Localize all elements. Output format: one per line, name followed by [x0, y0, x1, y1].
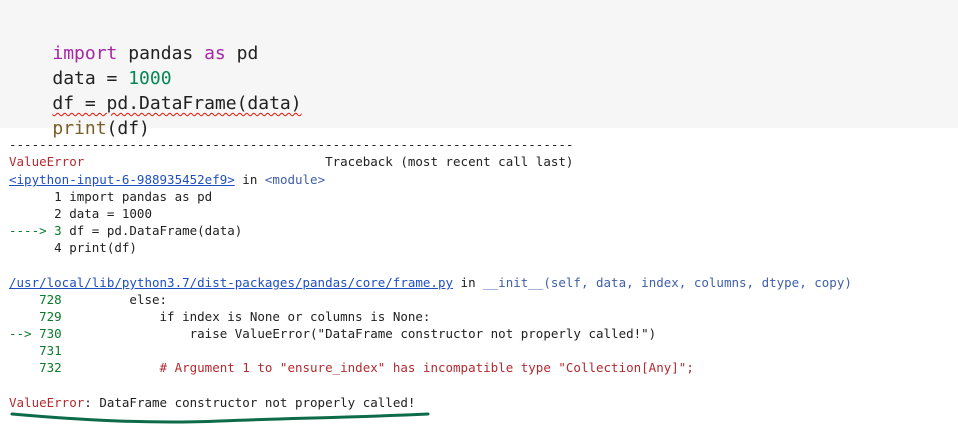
annotation-underline — [10, 412, 430, 424]
